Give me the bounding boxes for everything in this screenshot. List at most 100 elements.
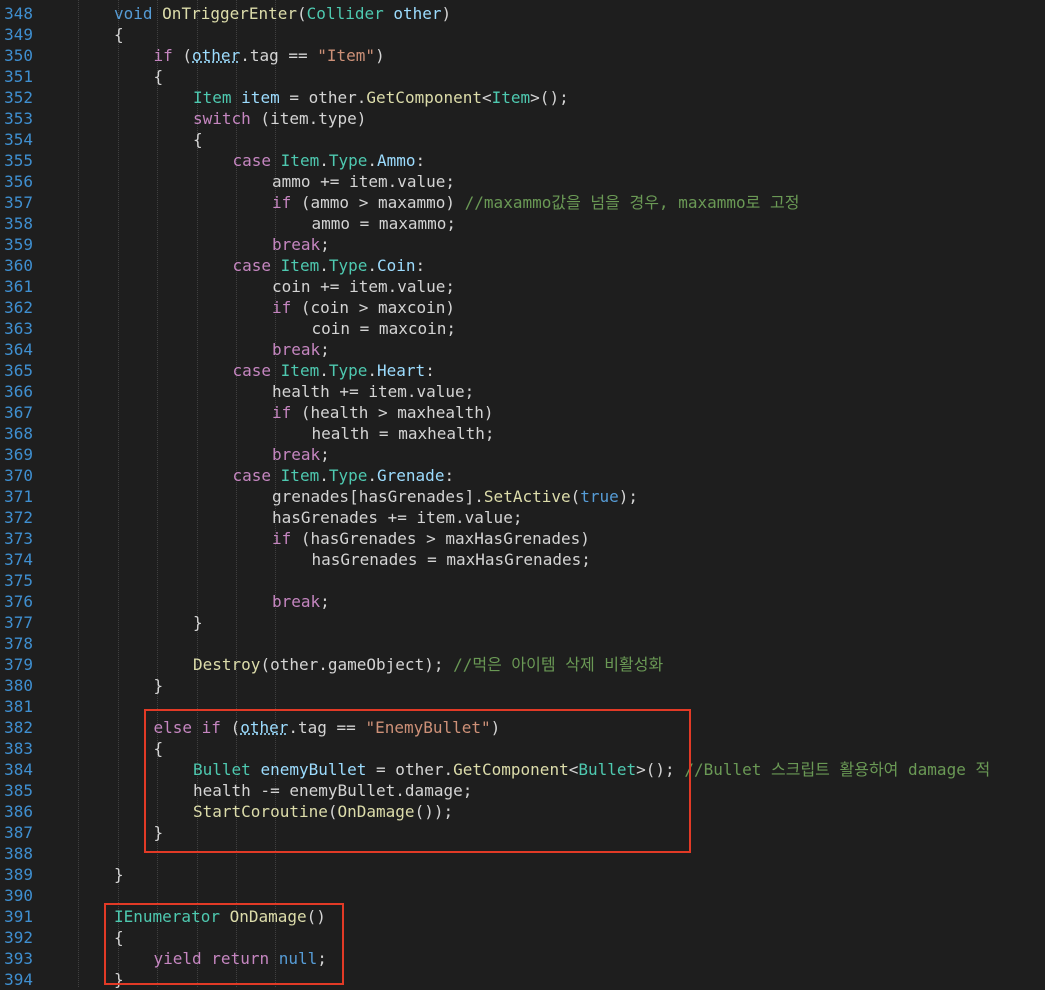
line-number: 368 — [4, 424, 33, 443]
code-line[interactable]: 366 health += item.value; — [0, 381, 1045, 402]
line-number: 363 — [4, 319, 33, 338]
code-text: hasGrenades += item.value; — [272, 507, 522, 528]
code-text: break; — [272, 444, 330, 465]
line-number: 371 — [4, 487, 33, 506]
line-number: 357 — [4, 193, 33, 212]
line-number: 393 — [4, 949, 33, 968]
code-token: item — [241, 88, 280, 107]
code-line[interactable]: 374 hasGrenades = maxHasGrenades; — [0, 549, 1045, 570]
code-token: ammo += item.value; — [272, 172, 456, 191]
code-line[interactable]: 358 ammo = maxammo; — [0, 213, 1045, 234]
code-line[interactable]: 349 { — [0, 24, 1045, 45]
code-token: break — [272, 592, 321, 611]
code-token: . — [319, 256, 329, 275]
code-line[interactable]: 352 Item item = other.GetComponent<Item>(… — [0, 87, 1045, 108]
line-number: 388 — [4, 844, 33, 863]
code-token: ( — [172, 46, 193, 65]
code-line[interactable]: 369 break; — [0, 444, 1045, 465]
code-line[interactable]: 373 if (hasGrenades > maxHasGrenades) — [0, 528, 1045, 549]
code-token: { — [193, 130, 203, 149]
code-token: Item — [280, 151, 320, 170]
code-token: Item — [193, 88, 232, 107]
code-line[interactable]: 378 — [0, 633, 1045, 654]
code-line[interactable]: 368 health = maxhealth; — [0, 423, 1045, 444]
code-token: . — [367, 361, 378, 380]
code-line[interactable]: 359 break; — [0, 234, 1045, 255]
code-token: Grenade — [377, 466, 445, 485]
line-number: 353 — [4, 109, 33, 128]
code-line[interactable]: 360 case Item.Type.Coin: — [0, 255, 1045, 276]
code-line[interactable]: 367 if (health > maxhealth) — [0, 402, 1045, 423]
code-line[interactable]: 354 { — [0, 129, 1045, 150]
code-text: if (coin > maxcoin) — [272, 297, 455, 318]
code-line[interactable]: 353 switch (item.type) — [0, 108, 1045, 129]
code-token: switch — [193, 109, 251, 128]
code-token: (hasGrenades > maxHasGrenades) — [291, 529, 590, 548]
code-token: (ammo > maxammo) — [291, 193, 465, 212]
code-line[interactable]: 375 — [0, 570, 1045, 591]
line-number: 370 — [4, 466, 33, 485]
code-line[interactable]: 355 case Item.Type.Ammo: — [0, 150, 1045, 171]
code-line[interactable]: 365 case Item.Type.Heart: — [0, 360, 1045, 381]
line-number: 392 — [4, 928, 33, 947]
code-line[interactable]: 357 if (ammo > maxammo) //maxammo값을 넘을 경우… — [0, 192, 1045, 213]
code-line[interactable]: 389} — [0, 864, 1045, 885]
code-text: health = maxhealth; — [312, 423, 495, 444]
line-number: 378 — [4, 634, 33, 653]
code-token: (other.gameObject); — [260, 655, 454, 674]
code-token: GetComponent — [366, 88, 482, 107]
code-token: (health > maxhealth) — [291, 403, 494, 422]
code-line[interactable]: 351 { — [0, 66, 1045, 87]
code-line[interactable]: 348 void OnTriggerEnter(Collider other) — [0, 3, 1045, 24]
code-line[interactable]: 377} — [0, 612, 1045, 633]
code-token: Item — [491, 88, 531, 107]
code-line[interactable]: 379 Destroy(other.gameObject); //먹은 아이템 삭… — [0, 654, 1045, 675]
line-number: 384 — [4, 760, 33, 779]
line-number: 379 — [4, 655, 33, 674]
code-token: . — [319, 151, 329, 170]
code-line[interactable]: 363 coin = maxcoin; — [0, 318, 1045, 339]
code-line[interactable]: 350 if (other.tag == "Item") — [0, 45, 1045, 66]
code-token: if — [272, 529, 292, 548]
code-token: other — [192, 46, 241, 65]
code-token: void — [114, 4, 163, 23]
code-token: : — [425, 361, 435, 380]
code-token: Item — [280, 361, 320, 380]
code-token: if — [272, 193, 292, 212]
code-line[interactable]: 372 hasGrenades += item.value; — [0, 507, 1045, 528]
code-text: } — [154, 675, 164, 696]
code-token: Type — [328, 151, 368, 170]
code-token: { — [114, 25, 124, 44]
line-number: 377 — [4, 613, 33, 632]
code-text: hasGrenades = maxHasGrenades; — [312, 549, 591, 570]
code-line[interactable]: 356 ammo += item.value; — [0, 171, 1045, 192]
code-text: case Item.Type.Coin: — [233, 255, 426, 276]
line-number: 362 — [4, 298, 33, 317]
code-line[interactable]: 370 case Item.Type.Grenade: — [0, 465, 1045, 486]
line-number: 359 — [4, 235, 33, 254]
code-line[interactable]: 364 break; — [0, 339, 1045, 360]
code-line[interactable]: 371 grenades[hasGrenades].SetActive(true)… — [0, 486, 1045, 507]
code-token: Heart — [377, 361, 426, 380]
code-token: (item.type) — [250, 109, 367, 128]
code-text: coin = maxcoin; — [312, 318, 457, 339]
line-number: 358 — [4, 214, 33, 233]
code-line[interactable]: 380} — [0, 675, 1045, 696]
code-line[interactable]: 362 if (coin > maxcoin) — [0, 297, 1045, 318]
line-number: 385 — [4, 781, 33, 800]
code-line[interactable]: 376 break; — [0, 591, 1045, 612]
line-number: 355 — [4, 151, 33, 170]
code-token: true — [580, 487, 619, 506]
code-token: } — [153, 676, 164, 695]
code-token: ammo = maxammo; — [311, 214, 457, 233]
code-token: break — [272, 340, 321, 359]
line-number: 365 — [4, 361, 33, 380]
code-token: : — [415, 151, 426, 170]
code-line[interactable]: 361 coin += item.value; — [0, 276, 1045, 297]
code-token: : — [415, 256, 426, 275]
line-number: 360 — [4, 256, 33, 275]
code-token: . — [367, 151, 378, 170]
code-token: } — [114, 865, 124, 884]
